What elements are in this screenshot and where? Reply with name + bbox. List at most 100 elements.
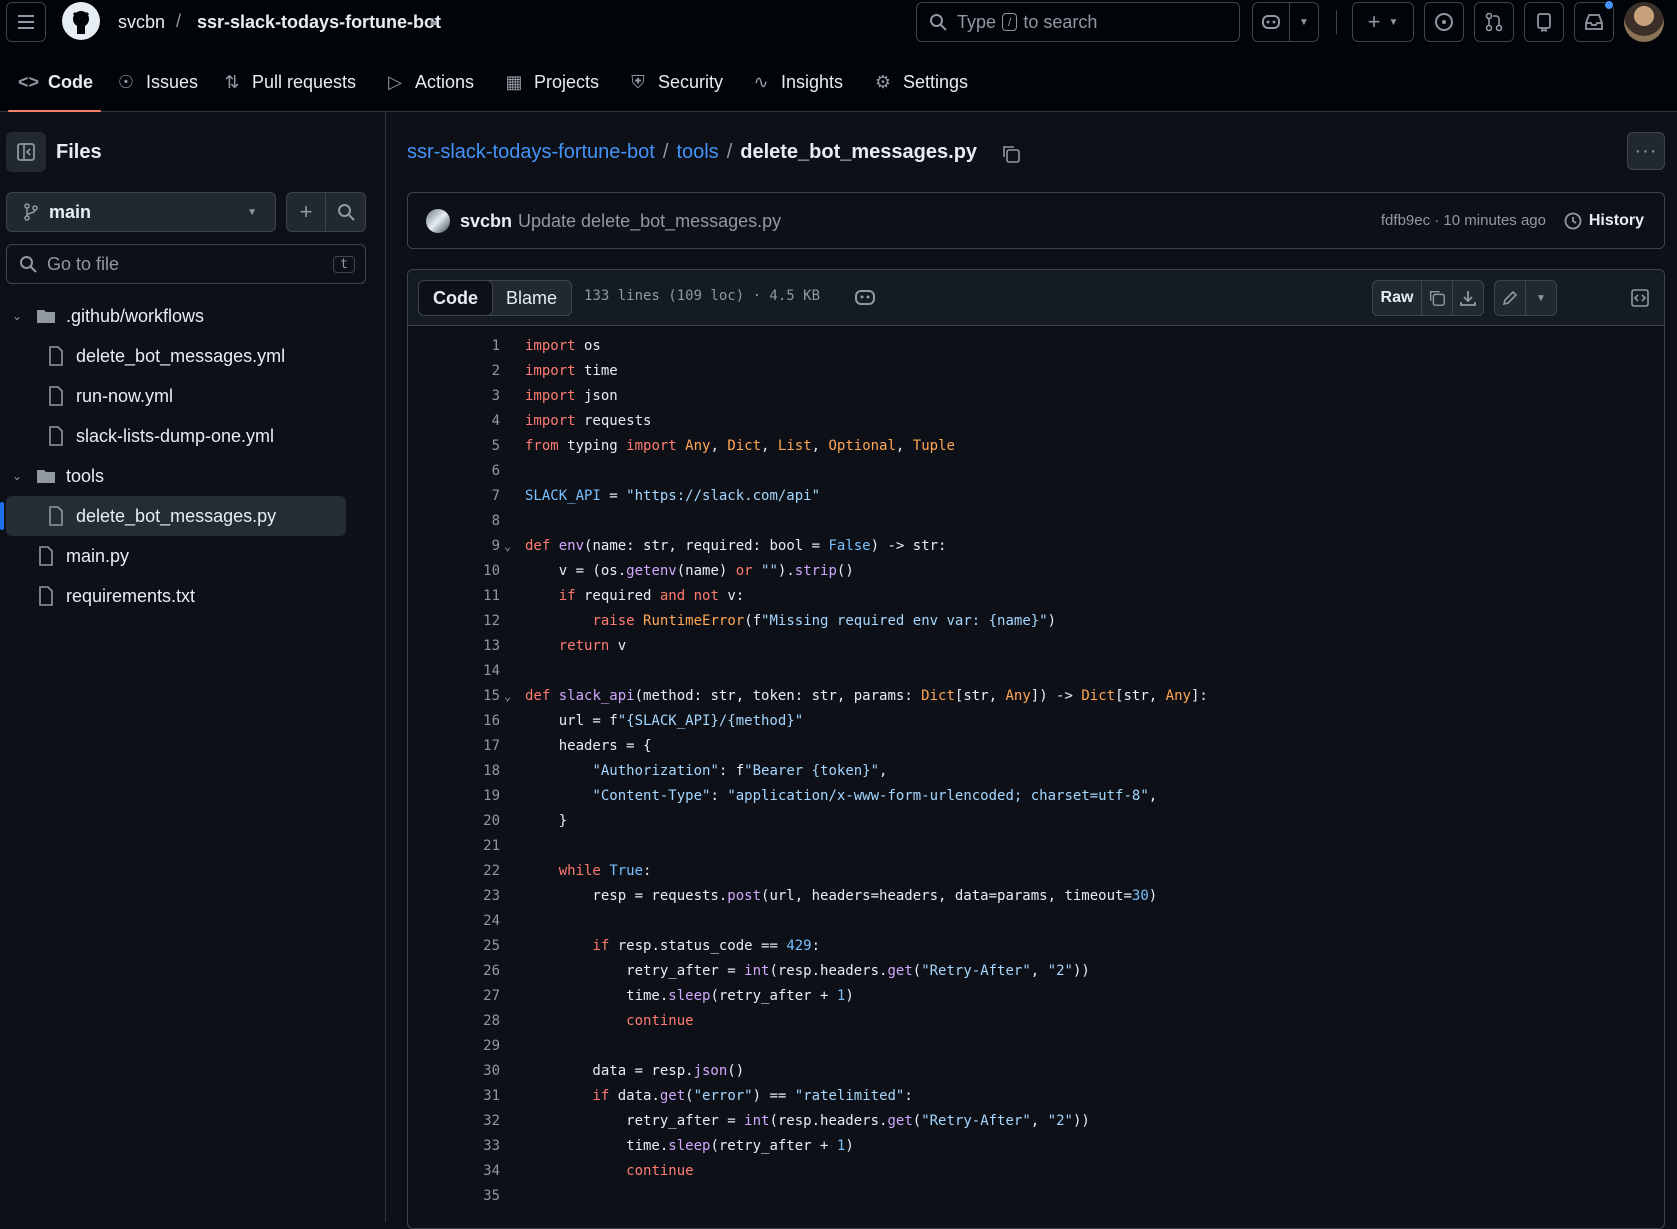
edit-file-button[interactable] [1494,280,1526,316]
code-line[interactable]: 28 continue [408,1009,1664,1034]
tab-pull-requests[interactable]: ⇅ Pull requests [222,62,356,112]
tree-file-run-now-yml[interactable]: run-now.yml [6,376,346,416]
code-line[interactable]: 2 import time [408,359,1664,384]
code-line[interactable]: 8 [408,509,1664,534]
line-number[interactable]: 20 [408,809,500,834]
line-number[interactable]: 1 [408,334,500,359]
menu-button[interactable] [6,2,46,42]
line-number[interactable]: 2 [408,359,500,384]
line-number[interactable]: 4 [408,409,500,434]
line-number[interactable]: 29 [408,1034,500,1059]
code-line[interactable]: 35 [408,1184,1664,1209]
copy-raw-button[interactable] [1421,280,1453,316]
code-line[interactable]: 33 time.sleep(retry_after + 1) [408,1134,1664,1159]
code-line[interactable]: 21 [408,834,1664,859]
code-line[interactable]: 29 [408,1034,1664,1059]
code-line[interactable]: 12 raise RuntimeError(f"Missing required… [408,609,1664,634]
go-to-file-input[interactable]: Go to file t [6,244,366,284]
line-number[interactable]: 15 [408,684,500,709]
code-line[interactable]: 30 data = resp.json() [408,1059,1664,1084]
history-button[interactable]: History [1563,211,1644,231]
code-line[interactable]: 27 time.sleep(retry_after + 1) [408,984,1664,1009]
collapse-sidebar-button[interactable] [6,132,46,172]
branch-selector[interactable]: main ▼ [6,192,276,232]
code-line[interactable]: 25 if resp.status_code == 429: [408,934,1664,959]
tree-file-delete-bot-messages-yml[interactable]: delete_bot_messages.yml [6,336,346,376]
tab-security[interactable]: ⛨ Security [628,62,723,112]
raw-button[interactable]: Raw [1372,280,1422,316]
tab-projects[interactable]: ▦ Projects [504,62,599,112]
repositories-button[interactable] [1524,2,1564,42]
code-line[interactable]: 9 ⌄ def env(name: str, required: bool = Fa… [408,534,1664,559]
repo-owner-link[interactable]: svcbn [118,12,165,33]
line-number[interactable]: 10 [408,559,500,584]
code-line[interactable]: 22 while True: [408,859,1664,884]
tree-folder-workflows[interactable]: ⌄ .github/workflows [6,296,346,336]
blame-view-tab[interactable]: Blame [492,281,571,315]
fold-chevron-icon[interactable]: ⌄ [504,684,511,709]
symbols-panel-button[interactable] [1626,280,1654,316]
code-line[interactable]: 10 v = (os.getenv(name) or "").strip() [408,559,1664,584]
code-line[interactable]: 23 resp = requests.post(url, headers=hea… [408,884,1664,909]
code-line[interactable]: 5 from typing import Any, Dict, List, Opt… [408,434,1664,459]
line-number[interactable]: 3 [408,384,500,409]
code-line[interactable]: 31 if data.get("error") == "ratelimited"… [408,1084,1664,1109]
commit-author[interactable]: svcbn [460,211,512,232]
user-avatar[interactable] [1624,2,1664,42]
code-line[interactable]: 19 "Content-Type": "application/x-www-fo… [408,784,1664,809]
line-number[interactable]: 9 [408,534,500,559]
download-button[interactable] [1452,280,1484,316]
line-number[interactable]: 28 [408,1009,500,1034]
tree-folder-tools[interactable]: ⌄ tools [6,456,346,496]
tab-insights[interactable]: ∿ Insights [751,62,843,112]
line-number[interactable]: 18 [408,759,500,784]
line-number[interactable]: 17 [408,734,500,759]
tab-actions[interactable]: ▷ Actions [385,62,474,112]
breadcrumb-folder-link[interactable]: tools [676,141,718,163]
code-line[interactable]: 11 if required and not v: [408,584,1664,609]
issues-button[interactable] [1424,2,1464,42]
code-line[interactable]: 32 retry_after = int(resp.headers.get("R… [408,1109,1664,1134]
line-number[interactable]: 31 [408,1084,500,1109]
line-number[interactable]: 21 [408,834,500,859]
line-number[interactable]: 32 [408,1109,500,1134]
code-line[interactable]: 20 } [408,809,1664,834]
code-view-tab[interactable]: Code [418,280,493,316]
code-line[interactable]: 16 url = f"{SLACK_API}/{method}" [408,709,1664,734]
more-options-button[interactable]: ··· [1627,132,1665,170]
tree-file-main-py[interactable]: main.py [6,536,346,576]
github-logo[interactable] [62,2,100,40]
copilot-dropdown[interactable]: ▼ [1289,2,1319,42]
commit-author-avatar[interactable] [426,209,450,233]
line-number[interactable]: 24 [408,909,500,934]
line-number[interactable]: 23 [408,884,500,909]
tree-file-delete-bot-messages-py[interactable]: delete_bot_messages.py [0,496,346,536]
line-number[interactable]: 8 [408,509,500,534]
code-lines[interactable]: 1 import os 2 import time 3 import json 4 impor… [408,334,1664,1209]
repo-name-link[interactable]: ssr-slack-todays-fortune-bot [197,12,441,33]
line-number[interactable]: 34 [408,1159,500,1184]
line-number[interactable]: 7 [408,484,500,509]
line-number[interactable]: 26 [408,959,500,984]
code-line[interactable]: 24 [408,909,1664,934]
line-number[interactable]: 30 [408,1059,500,1084]
search-files-button[interactable] [325,192,366,232]
line-number[interactable]: 5 [408,434,500,459]
add-file-button[interactable]: + [286,192,326,232]
line-number[interactable]: 12 [408,609,500,634]
line-number[interactable]: 6 [408,459,500,484]
line-number[interactable]: 33 [408,1134,500,1159]
line-number[interactable]: 19 [408,784,500,809]
pull-requests-button[interactable] [1474,2,1514,42]
copilot-ask-button[interactable] [854,287,878,311]
line-number[interactable]: 22 [408,859,500,884]
code-line[interactable]: 3 import json [408,384,1664,409]
code-line[interactable]: 15 ⌄ def slack_api(method: str, token: str… [408,684,1664,709]
line-number[interactable]: 27 [408,984,500,1009]
code-line[interactable]: 26 retry_after = int(resp.headers.get("R… [408,959,1664,984]
tree-file-slack-lists-dump-one-yml[interactable]: slack-lists-dump-one.yml [6,416,346,456]
code-line[interactable]: 13 return v [408,634,1664,659]
line-number[interactable]: 25 [408,934,500,959]
code-line[interactable]: 17 headers = { [408,734,1664,759]
line-number[interactable]: 35 [408,1184,500,1209]
